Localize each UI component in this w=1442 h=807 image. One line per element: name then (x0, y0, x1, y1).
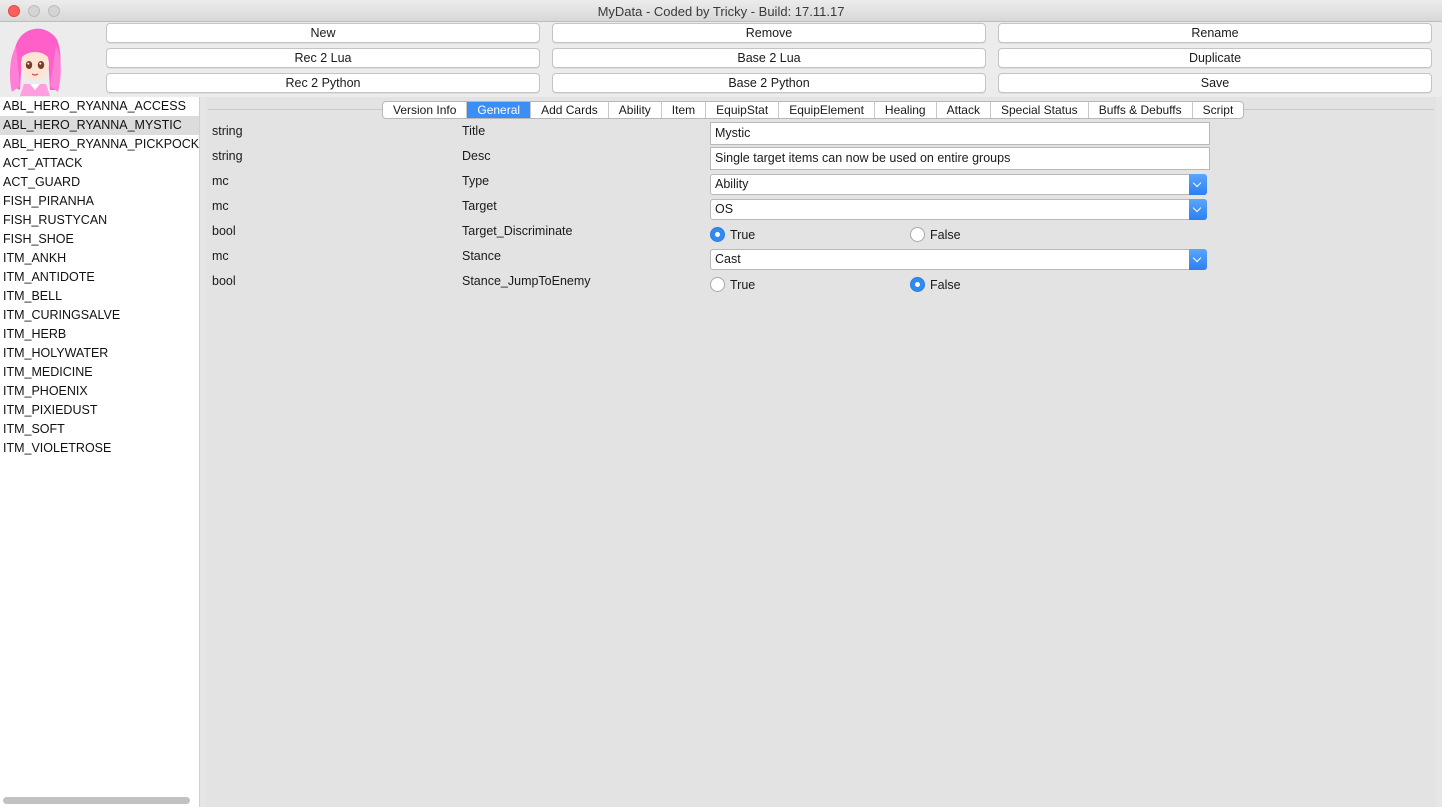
radio-label: True (730, 227, 756, 242)
radio-button-icon[interactable] (710, 277, 725, 292)
radio-button-icon[interactable] (710, 227, 725, 242)
list-item[interactable]: ACT_ATTACK (0, 154, 199, 173)
list-item[interactable]: ITM_PIXIEDUST (0, 401, 199, 420)
remove-button[interactable]: Remove (552, 23, 986, 43)
target-discriminate-true-radio[interactable]: True (710, 227, 755, 242)
base-2-python-button[interactable]: Base 2 Python (552, 73, 986, 93)
title-field[interactable]: Mystic (710, 122, 1210, 145)
list-item[interactable]: ITM_SOFT (0, 420, 199, 439)
title-bar: MyData - Coded by Tricky - Build: 17.11.… (0, 0, 1442, 22)
horizontal-scrollbar[interactable] (3, 797, 190, 804)
list-item[interactable]: ABL_HERO_RYANNA_MYSTIC (0, 116, 199, 135)
list-item[interactable]: FISH_SHOE (0, 230, 199, 249)
new-button[interactable]: New (106, 23, 540, 43)
chevron-down-icon[interactable] (1189, 199, 1207, 220)
type-type-label: mc (212, 174, 229, 188)
list-item[interactable]: ITM_MEDICINE (0, 363, 199, 382)
list-item[interactable]: ITM_VIOLETROSE (0, 439, 199, 458)
list-item[interactable]: ITM_HERB (0, 325, 199, 344)
stance-jump-type-label: bool (212, 274, 236, 288)
stance-select-value: Cast (715, 252, 741, 266)
tab-script[interactable]: Script (1193, 102, 1244, 118)
target-type-label: mc (212, 199, 229, 213)
radio-label: False (930, 277, 961, 292)
list-item[interactable]: ITM_ANKH (0, 249, 199, 268)
radio-label: False (930, 227, 961, 242)
list-item[interactable]: ITM_CURINGSALVE (0, 306, 199, 325)
stance-select[interactable]: Cast (710, 249, 1207, 270)
stance-type-label: mc (212, 249, 229, 263)
type-select-value: Ability (715, 177, 749, 191)
target-select[interactable]: OS (710, 199, 1207, 220)
list-item[interactable]: FISH_RUSTYCAN (0, 211, 199, 230)
tab-buffs-debuffs[interactable]: Buffs & Debuffs (1089, 102, 1193, 118)
list-item[interactable]: ITM_BELL (0, 287, 199, 306)
rename-button[interactable]: Rename (998, 23, 1432, 43)
type-name-label: Type (462, 174, 490, 188)
record-list: ABL_HERO_RYANNA_ACCESS ABL_HERO_RYANNA_MY… (0, 97, 200, 807)
title-type-label: string (212, 124, 243, 138)
stance-jump-name-label: Stance_JumpToEnemy (462, 274, 591, 288)
stance-name-label: Stance (462, 249, 501, 263)
save-button[interactable]: Save (998, 73, 1432, 93)
rec-2-python-button[interactable]: Rec 2 Python (106, 73, 540, 93)
radio-label: True (730, 277, 756, 292)
duplicate-button[interactable]: Duplicate (998, 48, 1432, 68)
list-item[interactable]: ITM_PHOENIX (0, 382, 199, 401)
list-item[interactable]: FISH_PIRANHA (0, 192, 199, 211)
rec-2-lua-button[interactable]: Rec 2 Lua (106, 48, 540, 68)
app-window: MyData - Coded by Tricky - Build: 17.11.… (0, 0, 1442, 807)
target-discriminate-type-label: bool (212, 224, 236, 238)
chevron-down-icon[interactable] (1189, 249, 1207, 270)
desc-name-label: Desc (462, 149, 491, 163)
target-select-value: OS (715, 202, 734, 216)
tab-bar: Version Info General Add Cards Ability Item E… (382, 101, 1245, 119)
tab-attack[interactable]: Attack (937, 102, 991, 118)
desc-field[interactable]: Single target items can now be used on e… (710, 147, 1210, 170)
stance-jump-true-radio[interactable]: True (710, 277, 755, 292)
target-name-label: Target (462, 199, 497, 213)
radio-button-icon[interactable] (910, 277, 925, 292)
list-item[interactable]: ITM_HOLYWATER (0, 344, 199, 363)
tab-general[interactable]: General (467, 102, 532, 118)
target-discriminate-false-radio[interactable]: False (910, 227, 961, 242)
tab-equipstat[interactable]: EquipStat (706, 102, 780, 118)
window-title: MyData - Coded by Tricky - Build: 17.11.… (597, 4, 845, 19)
tab-item[interactable]: Item (662, 102, 707, 118)
tab-equipelement[interactable]: EquipElement (779, 102, 875, 118)
tab-ability[interactable]: Ability (609, 102, 662, 118)
list-item[interactable]: ABL_HERO_RYANNA_PICKPOCKET (0, 135, 199, 154)
tab-healing[interactable]: Healing (875, 102, 937, 118)
tab-add-cards[interactable]: Add Cards (531, 102, 609, 118)
title-name-label: Title (462, 124, 486, 138)
list-item[interactable]: ITM_ANTIDOTE (0, 268, 199, 287)
tab-special-status[interactable]: Special Status (991, 102, 1089, 118)
mascot-avatar-icon (9, 28, 61, 96)
target-discriminate-name-label: Target_Discriminate (462, 224, 573, 238)
desc-type-label: string (212, 149, 243, 163)
tab-version-info[interactable]: Version Info (383, 102, 468, 118)
type-select[interactable]: Ability (710, 174, 1207, 195)
stance-jump-false-radio[interactable]: False (910, 277, 961, 292)
list-item[interactable]: ABL_HERO_RYANNA_ACCESS (0, 97, 199, 116)
list-item[interactable]: ACT_GUARD (0, 173, 199, 192)
editor-panel: Version Info General Add Cards Ability Item E… (206, 97, 1436, 807)
toolbar: New Remove Rename Rec 2 Lua Base 2 Lua D… (0, 22, 1442, 97)
base-2-lua-button[interactable]: Base 2 Lua (552, 48, 986, 68)
radio-button-icon[interactable] (910, 227, 925, 242)
chevron-down-icon[interactable] (1189, 174, 1207, 195)
